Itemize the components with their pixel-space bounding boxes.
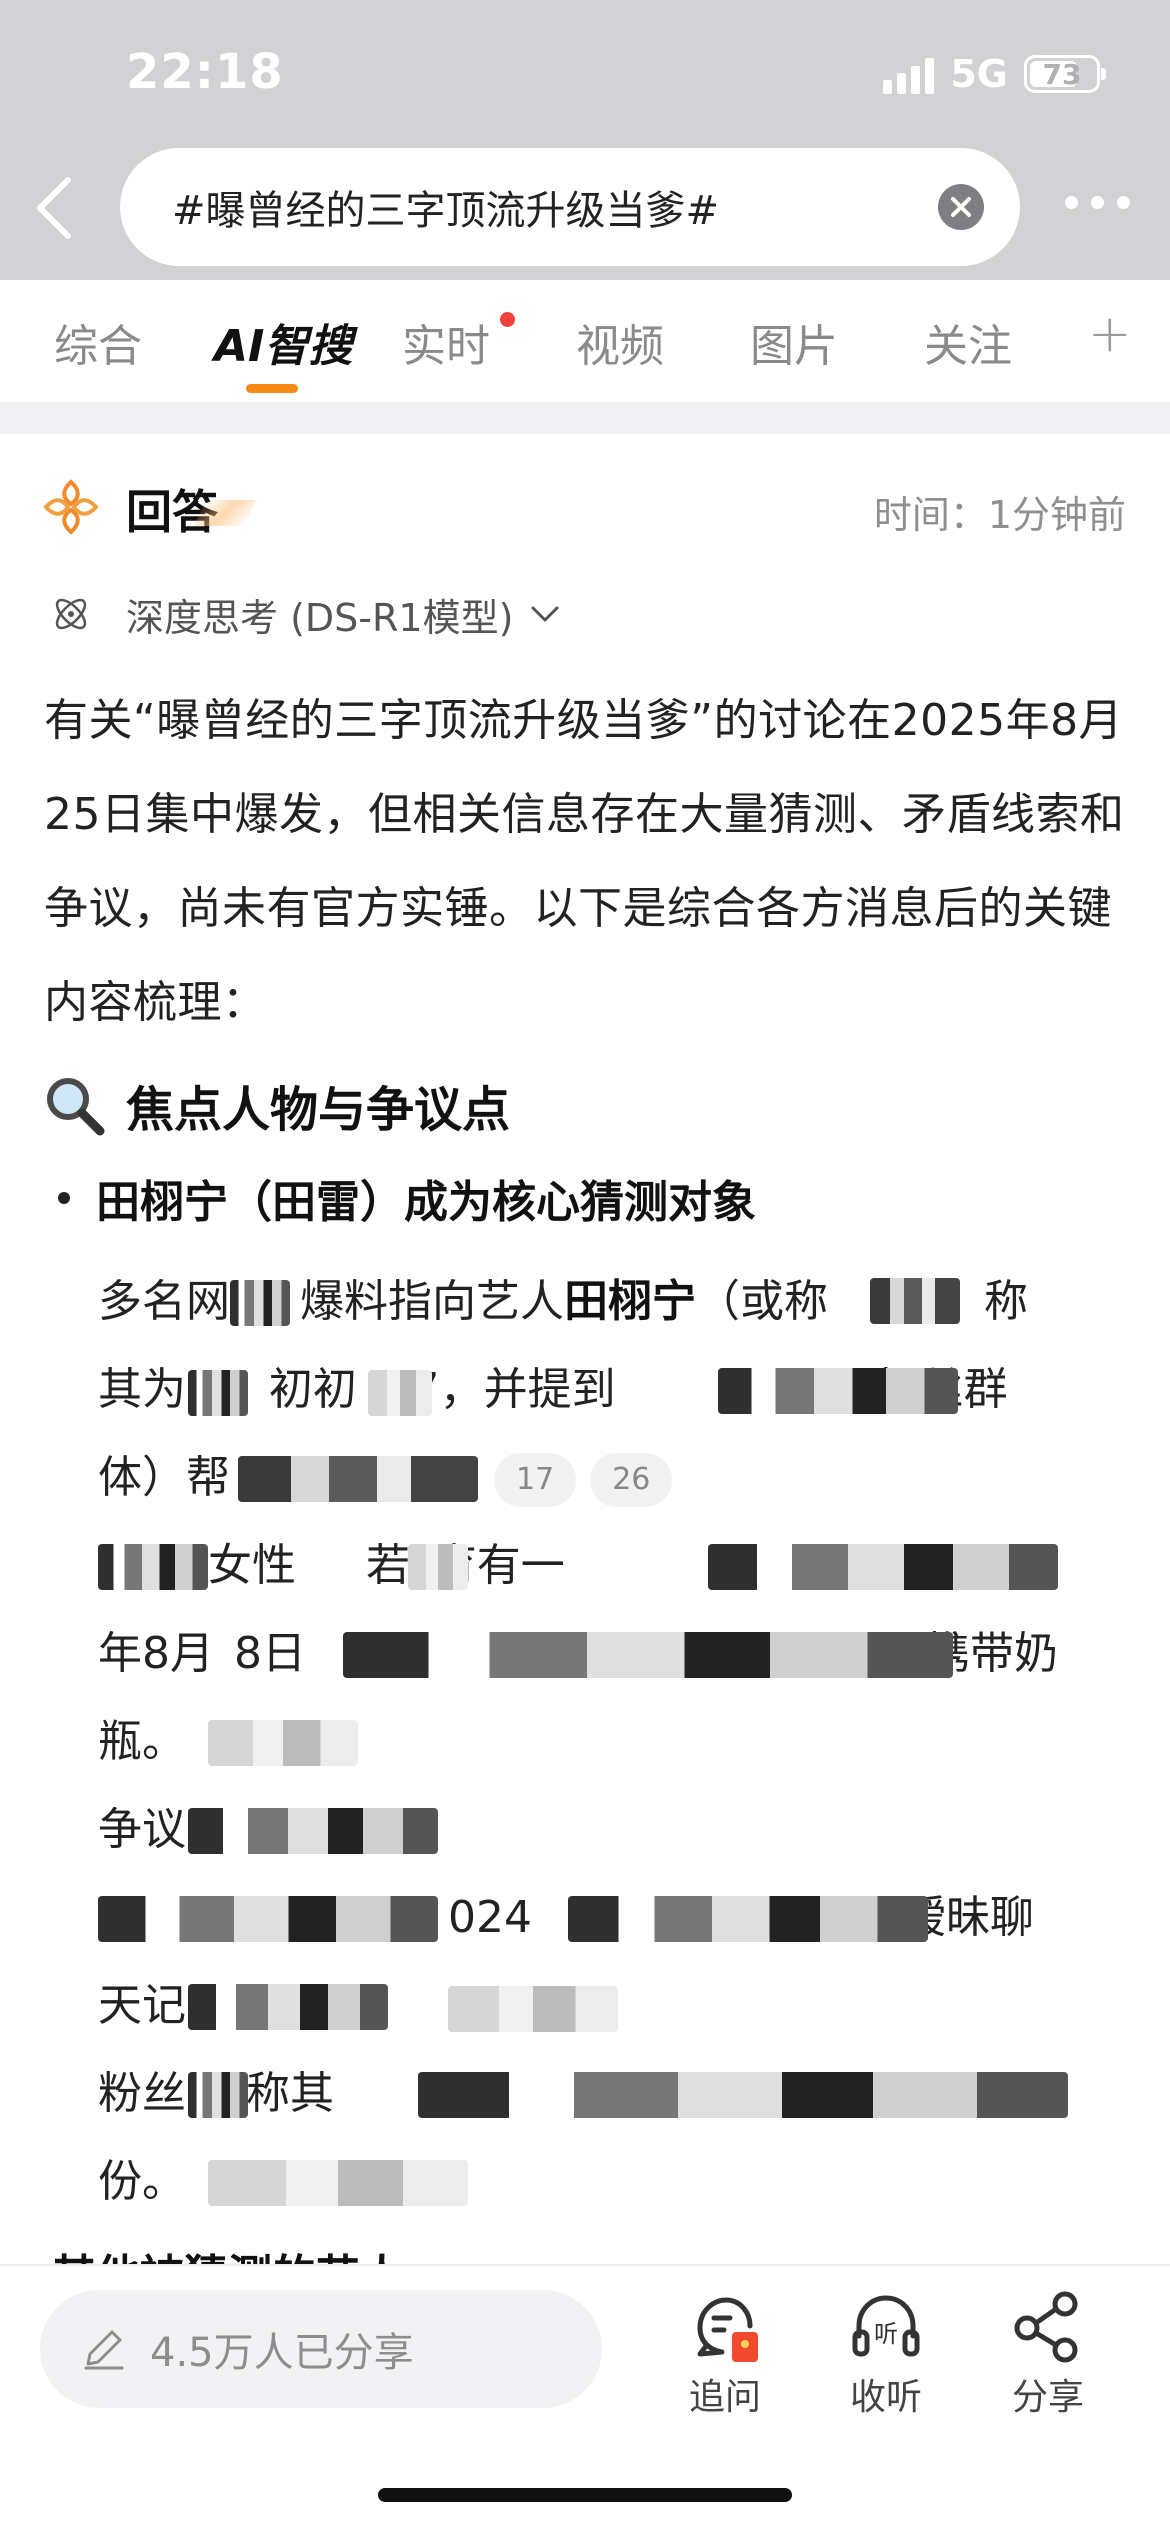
svg-text:听: 听 [874,2320,898,2348]
body-line: 争议 [98,1786,1138,1874]
answer-header: 回答 时间：1分钟前 [0,470,1170,550]
bullet-item: 田栩宁（田雷）成为核心猜测对象 [58,1166,756,1230]
active-tab-indicator [246,384,298,393]
share-label: 分享 [1011,2377,1084,2418]
status-indicators: 5G 73 [883,48,1106,100]
pencil-icon [84,2330,124,2370]
home-indicator[interactable] [378,2488,792,2502]
body-line: 体）帮 17 26 [98,1434,1138,1522]
tab-video[interactable]: 视频 [576,310,664,374]
citation-badge[interactable]: 26 [590,1453,673,1507]
section-divider [0,402,1170,434]
headphones-icon: 听 [852,2295,920,2357]
chevron-down-icon [531,606,559,622]
listen-label: 收听 [849,2377,922,2418]
atom-icon [55,598,87,630]
body-line: 年8月 8日 携带奶 [98,1628,1058,1679]
tab-ai-search[interactable]: AI智搜 [214,310,352,374]
search-bar[interactable]: #曝曾经的三字顶流升级当爹# [120,148,1020,266]
section-title: 焦点人物与争议点 [126,1082,511,1138]
body-line: 粉丝 称其 [98,2050,1138,2138]
tab-bar: 综合 AI智搜 实时 视频 图片 关注 + [0,280,1170,402]
deep-think-label: 深度思考 (DS-R1模型) [126,595,514,640]
answer-body: 多名网爆料指向艺人田栩宁（或称），称 其为“初初”，并提到粉丝群 体）帮1726… [98,1258,1138,2226]
tab-images[interactable]: 图片 [750,310,838,374]
tab-general[interactable]: 综合 [54,310,142,374]
follow-up-label: 追问 [688,2377,761,2418]
answer-time: 时间：1分钟前 [873,493,1126,537]
follow-up-icon [697,2297,758,2362]
close-icon [951,197,971,217]
status-time: 22:18 [126,44,284,100]
back-button[interactable] [28,172,84,244]
share-icon [1014,2291,1078,2363]
share-count-pill[interactable]: 4.5万人已分享 [40,2290,602,2408]
more-options-button[interactable] [1065,196,1130,209]
body-line: 女性若”育有一24 [98,1522,1138,1610]
bullet-dot [58,1192,70,1204]
battery-icon: 73 [1024,55,1106,93]
citation-badge[interactable]: 17 [494,1453,577,1507]
answer-intro-text: 有关“曝曾经的三字顶流升级当爹”的讨论在2025年8月25日集中爆发，但相关信息… [44,695,1125,1028]
clear-search-button[interactable] [938,184,984,230]
listen-button[interactable]: 听 收听 [826,2288,946,2420]
body-line: 其为“初初”，并提到粉丝群 [98,1346,1138,1434]
chevron-left-icon [37,177,71,239]
share-count-text: 4.5万人已分享 [150,2330,414,2376]
body-line: 天记 [98,1962,1138,2050]
battery-percent: 73 [1042,57,1082,91]
more-dots-icon [1065,196,1078,209]
magnifier-icon [47,1078,105,1136]
network-type: 5G [950,52,1008,96]
follow-up-button[interactable]: 追问 [665,2288,785,2420]
title-decoration [193,500,257,526]
section-heading: 焦点人物与争议点 [42,1070,510,1140]
add-tab-button[interactable]: + [1088,304,1132,364]
body-line: 多名网 爆料指向艺人田栩宁（或称 ），称 [98,1276,1028,1327]
body-line: 份。 [98,2138,1138,2226]
tab-following[interactable]: 关注 [924,310,1012,374]
body-line: 024 暧昧聊 [98,1874,1138,1962]
body-line: 瓶。 [98,1698,1138,1786]
share-button[interactable]: 分享 [988,2288,1108,2420]
ai-logo-icon [43,479,99,535]
tab-realtime[interactable]: 实时 [402,310,490,374]
bullet-text: 田栩宁（田雷）成为核心猜测对象 [96,1177,756,1228]
signal-icon [883,54,935,94]
search-query-text[interactable]: #曝曾经的三字顶流升级当爹# [172,178,719,236]
deep-think-toggle[interactable]: 深度思考 (DS-R1模型) [50,584,561,644]
notification-dot [500,312,515,327]
